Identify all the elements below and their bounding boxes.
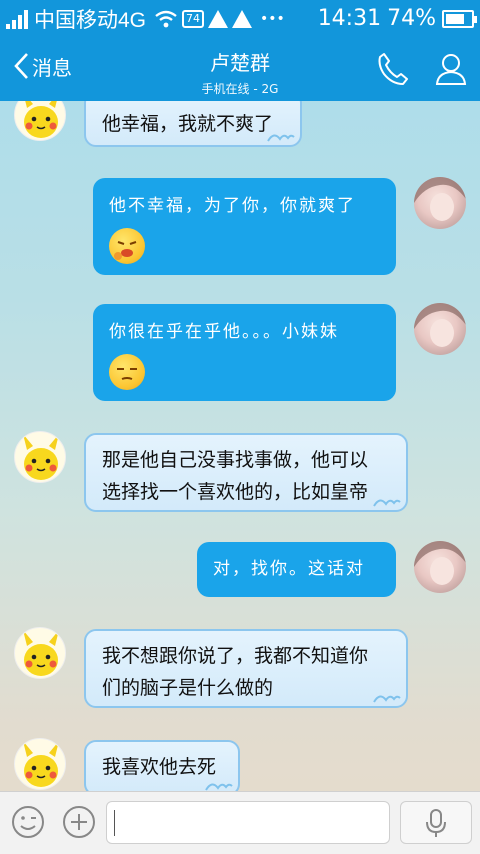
pikachu-icon: [23, 434, 59, 480]
wave-decoration-icon: [205, 783, 233, 791]
voice-button[interactable]: [400, 801, 472, 844]
contact-avatar[interactable]: [14, 101, 66, 141]
warning-icon: [232, 9, 253, 28]
message-bubble-received[interactable]: 我喜欢他去死: [84, 740, 240, 791]
profile-button[interactable]: [434, 51, 468, 91]
message-bubble-sent[interactable]: 对，找你。这话对: [197, 542, 396, 597]
status-bar: 中国移动4G 74 ••• 14:31 74%: [0, 0, 480, 37]
message-text-line: 我不想跟你说了，我都不知道你: [102, 646, 369, 667]
signal-icon: [6, 9, 28, 29]
wave-decoration-icon: [267, 134, 295, 142]
my-avatar[interactable]: [414, 177, 466, 229]
call-button[interactable]: [376, 51, 410, 91]
text-cursor: [114, 810, 115, 836]
warning-icon: [208, 9, 229, 28]
message-text: 对，找你。这话对: [213, 559, 365, 579]
contact-avatar[interactable]: [14, 738, 66, 790]
battery-percent: 74%: [387, 6, 436, 31]
user-photo-icon: [414, 303, 466, 347]
battery-saver-icon: 74: [182, 9, 205, 28]
wave-decoration-icon: [373, 695, 401, 703]
message-bubble-received[interactable]: 我不想跟你说了，我都不知道你 们的脑子是什么做的: [84, 629, 408, 708]
more-icon: •••: [260, 10, 285, 27]
message-bubble-sent[interactable]: 你很在乎在乎他。。。小妹妹: [93, 304, 396, 401]
contact-avatar[interactable]: [14, 431, 66, 483]
chat-header: 消息 卢楚群 手机在线 - 2G: [0, 37, 480, 101]
add-button[interactable]: [61, 804, 97, 844]
user-photo-icon: [414, 541, 466, 585]
phone-icon: [378, 53, 408, 85]
unamused-emoji-icon: [109, 354, 145, 390]
my-avatar[interactable]: [414, 303, 466, 355]
wave-decoration-icon: [373, 499, 401, 507]
message-text: 他不幸福，为了你，你就爽了: [109, 196, 356, 216]
pikachu-icon: [23, 630, 59, 676]
input-bar: [0, 791, 480, 854]
user-photo-icon: [414, 177, 466, 221]
message-text: 你很在乎在乎他。。。小妹妹: [109, 322, 339, 342]
wifi-icon: [155, 10, 177, 27]
plus-circle-icon: [63, 806, 95, 838]
message-bubble-sent[interactable]: 他不幸福，为了你，你就爽了: [93, 178, 396, 275]
message-text-line: 选择找一个喜欢他的，比如皇帝: [102, 482, 369, 503]
smiley-icon: [12, 806, 44, 838]
message-input[interactable]: [106, 801, 390, 844]
message-text: 他幸福，我就不爽了: [102, 114, 274, 135]
pikachu-icon: [23, 741, 59, 787]
clock: 14:31: [317, 6, 382, 31]
person-icon: [435, 54, 467, 85]
chat-area[interactable]: 他幸福，我就不爽了 他不幸福，为了你，你就爽了 你很在乎在乎他。。。小妹妹 那是…: [0, 101, 480, 791]
message-text-line: 那是他自己没事找事做，他可以: [102, 450, 369, 471]
microphone-icon: [426, 808, 446, 837]
emoji-button[interactable]: [10, 804, 46, 844]
battery-icon: [442, 9, 477, 28]
my-avatar[interactable]: [414, 541, 466, 593]
contact-avatar[interactable]: [14, 627, 66, 679]
pouting-emoji-icon: [109, 228, 145, 264]
message-text-line: 们的脑子是什么做的: [102, 678, 274, 699]
message-bubble-received[interactable]: 那是他自己没事找事做，他可以 选择找一个喜欢他的，比如皇帝: [84, 433, 408, 512]
message-bubble-received[interactable]: 他幸福，我就不爽了: [84, 101, 302, 147]
pikachu-icon: [24, 101, 58, 138]
carrier-label: 中国移动4G: [34, 8, 147, 32]
